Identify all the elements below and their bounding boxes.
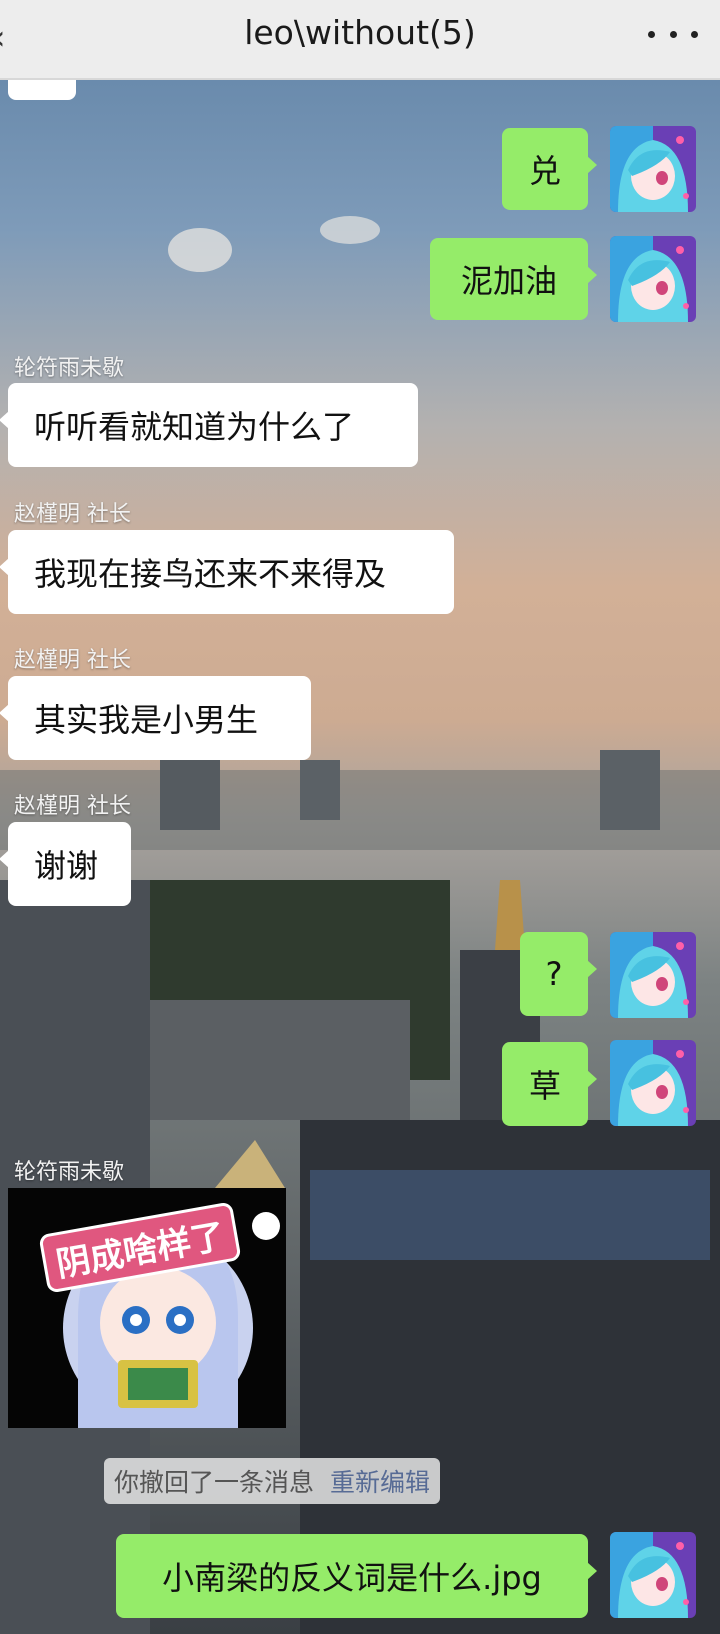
recall-text: 你撤回了一条消息 bbox=[114, 1468, 315, 1497]
my-avatar[interactable] bbox=[610, 1040, 696, 1126]
sender-name: 轮符雨未歇 bbox=[14, 1160, 125, 1185]
dot bbox=[669, 30, 677, 38]
outgoing-message-bubble[interactable]: 小南梁的反义词是什么.jpg bbox=[116, 1534, 597, 1618]
incoming-message-bubble[interactable]: 其实我是小男生 bbox=[0, 676, 311, 760]
incoming-message-bubble[interactable]: 我现在接鸟还来不来得及 bbox=[0, 530, 454, 614]
my-avatar[interactable] bbox=[610, 126, 696, 212]
more-dots-icon[interactable] bbox=[648, 14, 698, 54]
my-avatar[interactable] bbox=[610, 236, 696, 322]
re-edit-link[interactable]: 重新编辑 bbox=[330, 1463, 430, 1499]
outgoing-message-bubble[interactable]: ? bbox=[520, 932, 597, 1016]
my-avatar[interactable] bbox=[610, 1532, 696, 1618]
sender-name: 赵槿明 社长 bbox=[14, 794, 131, 819]
chat-header: ‹ leo\without(5) bbox=[0, 0, 720, 80]
outgoing-message-bubble[interactable]: 泥加油 bbox=[430, 238, 597, 320]
sender-name: 赵槿明 社长 bbox=[14, 648, 131, 673]
recall-notice: 你撤回了一条消息 重新编辑 bbox=[104, 1458, 441, 1504]
chat-title: leo\without(5) bbox=[244, 13, 476, 52]
outgoing-message-bubble[interactable]: 草 bbox=[502, 1042, 597, 1126]
header-divider bbox=[0, 78, 720, 80]
dot bbox=[691, 30, 698, 38]
incoming-message-bubble[interactable]: 听听看就知道为什么了 bbox=[0, 383, 418, 467]
incoming-message-bubble[interactable]: 谢谢 bbox=[0, 822, 131, 906]
sender-name: 赵槿明 社长 bbox=[14, 502, 131, 527]
dot bbox=[648, 30, 655, 38]
partial-message-bubble bbox=[8, 80, 76, 100]
outgoing-message-bubble[interactable]: 兑 bbox=[502, 128, 597, 210]
sticker-image[interactable]: 阴成啥样了 bbox=[8, 1188, 286, 1428]
my-avatar[interactable] bbox=[610, 932, 696, 1018]
sender-name: 轮符雨未歇 bbox=[14, 356, 125, 381]
